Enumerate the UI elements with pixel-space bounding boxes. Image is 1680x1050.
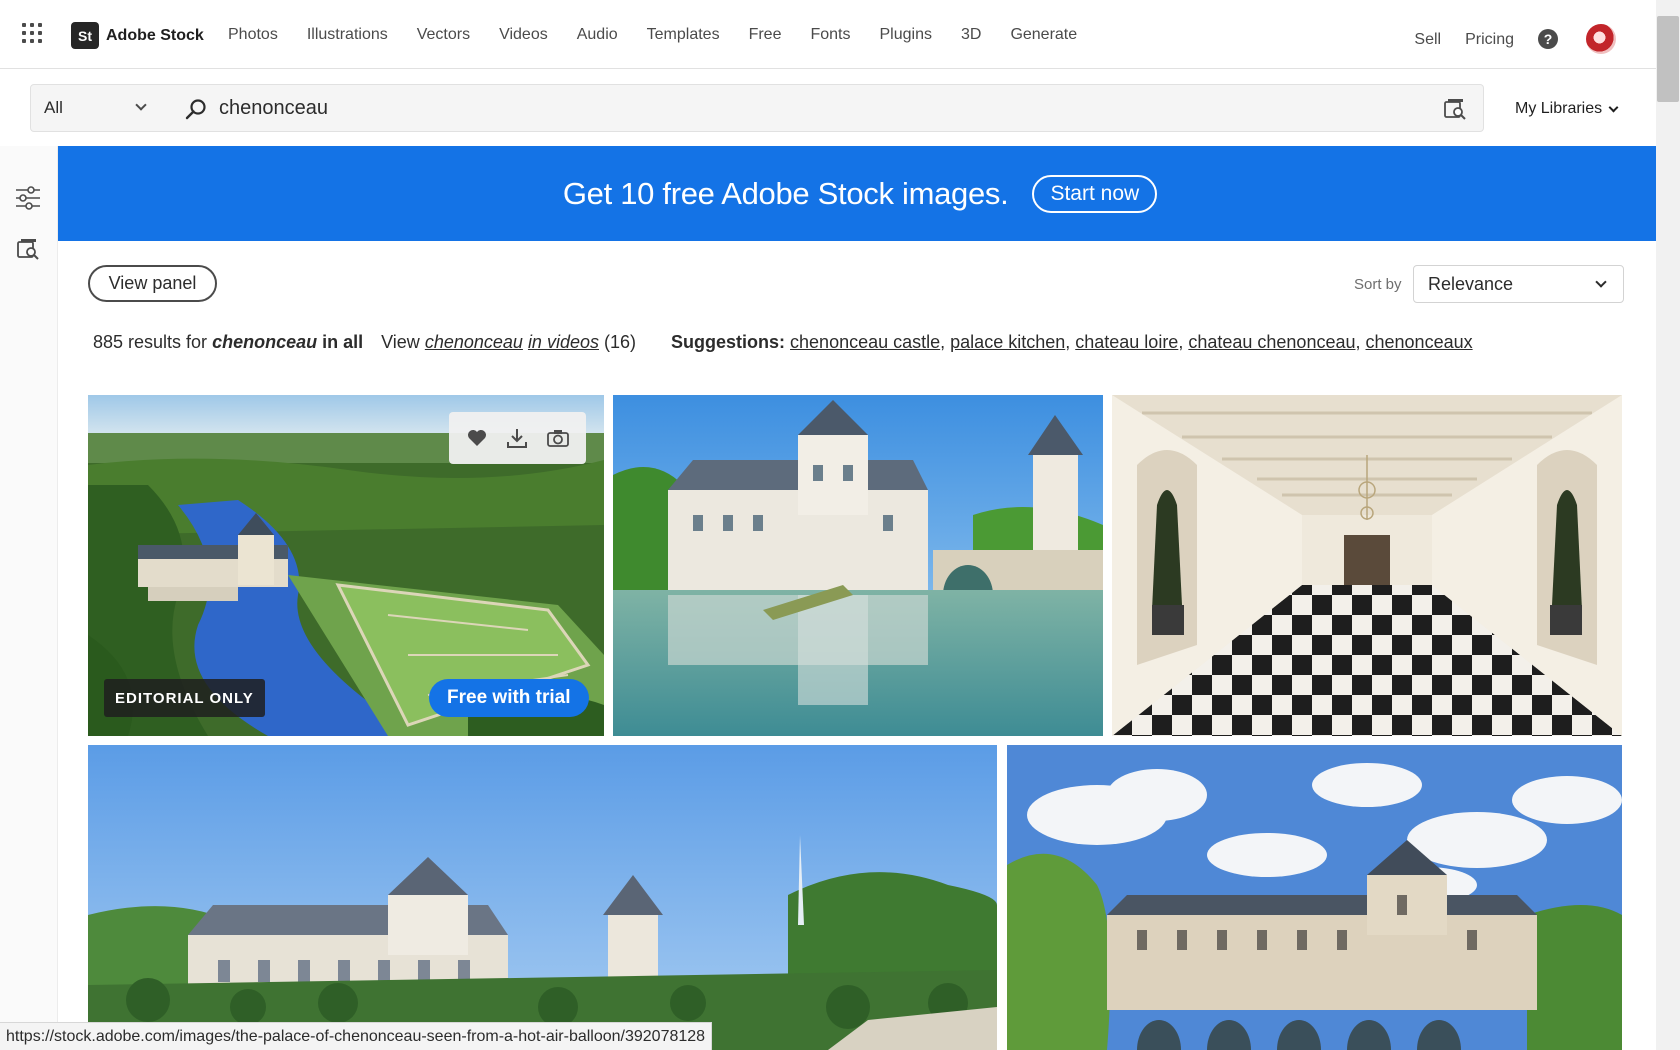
- visual-search-rail-icon[interactable]: [16, 238, 40, 260]
- tile-action-bar: [449, 412, 586, 464]
- view-in-videos-link[interactable]: View chenonceau in videos (16): [381, 332, 636, 353]
- help-icon[interactable]: ?: [1538, 29, 1558, 49]
- suggestion-link[interactable]: palace kitchen: [950, 332, 1065, 352]
- suggestion-link[interactable]: chateau chenonceau: [1188, 332, 1355, 352]
- results-query: chenonceau: [212, 332, 318, 352]
- sort-select[interactable]: Relevance: [1413, 265, 1624, 303]
- nav-3d[interactable]: 3D: [961, 26, 981, 44]
- view-panel-button[interactable]: View panel: [88, 265, 217, 302]
- my-libraries-dropdown[interactable]: My Libraries: [1515, 100, 1619, 118]
- chateau-river-reflection-image: [613, 395, 1103, 736]
- chateau-garden-panorama-image: [88, 745, 997, 1050]
- videos-query[interactable]: chenonceau: [425, 332, 523, 352]
- videos-prefix: View: [381, 332, 420, 352]
- heart-icon[interactable]: [465, 427, 489, 449]
- sort-select-value: Relevance: [1428, 273, 1514, 294]
- suggestion-link[interactable]: chenonceau castle: [790, 332, 940, 352]
- start-now-button[interactable]: Start now: [1032, 174, 1158, 213]
- chateau-cloudy-sky-image: [1007, 745, 1622, 1050]
- free-with-trial-button[interactable]: Free with trial: [429, 679, 589, 717]
- result-tile-river-reflection[interactable]: [613, 395, 1103, 736]
- results-scope: in all: [322, 332, 364, 352]
- nav-videos[interactable]: Videos: [499, 26, 548, 44]
- results-summary: 885 results for chenonceau in all View c…: [93, 332, 1473, 353]
- results-count: 885 results for: [93, 332, 208, 352]
- suggestion-link[interactable]: chenonceaux: [1366, 332, 1473, 352]
- visual-search-icon[interactable]: [1443, 98, 1467, 120]
- filter-sliders-icon[interactable]: [15, 186, 41, 210]
- promo-banner-text: Get 10 free Adobe Stock images.: [562, 175, 1009, 211]
- nav-vectors[interactable]: Vectors: [417, 26, 470, 44]
- gallery-checkered-floor-image: [1112, 395, 1622, 736]
- nav-links: Photos Illustrations Vectors Videos Audi…: [228, 26, 1106, 44]
- my-libraries-label: My Libraries: [1515, 100, 1603, 117]
- avatar[interactable]: [1586, 24, 1616, 54]
- nav-fonts[interactable]: Fonts: [810, 26, 850, 44]
- nav-audio[interactable]: Audio: [577, 26, 618, 44]
- suggestions: Suggestions: chenonceau castle, palace ki…: [671, 332, 1473, 352]
- search-scope-value: All: [44, 98, 63, 117]
- nav-right: Sell Pricing ?: [1414, 20, 1616, 54]
- nav-pricing[interactable]: Pricing: [1465, 31, 1514, 49]
- suggestion-link[interactable]: chateau loire: [1075, 332, 1178, 352]
- chevron-down-icon: [1595, 276, 1607, 288]
- download-icon[interactable]: [505, 427, 529, 449]
- nav-sell[interactable]: Sell: [1414, 31, 1441, 49]
- status-bar-url: https://stock.adobe.com/images/the-palac…: [0, 1022, 713, 1050]
- nav-illustrations[interactable]: Illustrations: [307, 26, 388, 44]
- apps-grid-icon[interactable]: [22, 23, 46, 47]
- result-tile-gallery[interactable]: [1112, 395, 1622, 736]
- camera-icon[interactable]: [546, 427, 570, 449]
- nav-free[interactable]: Free: [749, 26, 782, 44]
- chevron-down-icon: [1608, 102, 1619, 112]
- search-input[interactable]: [219, 85, 1379, 131]
- page-scrollbar[interactable]: [1656, 0, 1680, 1050]
- nav-templates[interactable]: Templates: [647, 26, 720, 44]
- nav-generate[interactable]: Generate: [1010, 26, 1077, 44]
- promo-banner: Get 10 free Adobe Stock images. Start no…: [58, 146, 1656, 241]
- search-box: [161, 84, 1484, 132]
- suggestions-label: Suggestions:: [671, 332, 786, 352]
- videos-count: (16): [604, 332, 637, 352]
- chevron-down-icon: [135, 99, 147, 111]
- top-nav: St Adobe Stock Photos Illustrations Vect…: [0, 0, 1656, 69]
- sort-by-label: Sort by: [1354, 276, 1402, 293]
- result-tile-garden-panorama[interactable]: [88, 745, 997, 1050]
- brand-name: Adobe Stock: [106, 26, 204, 44]
- search-bar: All My Libraries: [0, 70, 1656, 146]
- videos-mid[interactable]: in videos: [528, 332, 599, 352]
- scrollbar-thumb[interactable]: [1657, 16, 1679, 102]
- nav-plugins[interactable]: Plugins: [880, 26, 932, 44]
- search-icon: [185, 99, 206, 120]
- result-tile-cloudy-sky[interactable]: [1007, 745, 1622, 1050]
- adobe-stock-logo: St: [71, 22, 99, 49]
- left-rail: [0, 146, 58, 1050]
- brand[interactable]: St Adobe Stock: [71, 22, 204, 49]
- editorial-only-badge: EDITORIAL ONLY: [104, 679, 265, 717]
- search-scope-select[interactable]: All: [30, 84, 162, 132]
- nav-photos[interactable]: Photos: [228, 26, 278, 44]
